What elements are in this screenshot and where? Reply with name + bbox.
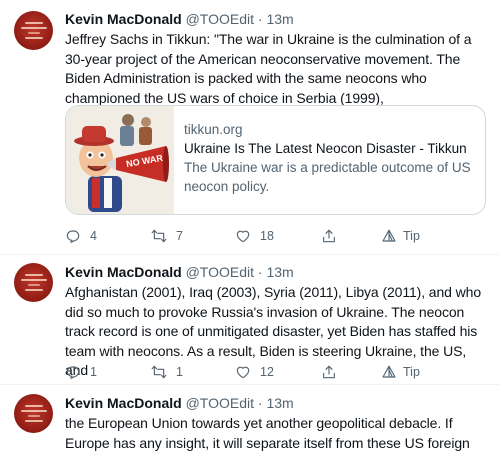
author-name[interactable]: Kevin MacDonald [65,264,182,280]
tweet-text: the European Union towards yet another g… [65,415,470,457]
link-card[interactable]: NO WAR tikkun.org Ukraine Is The Latest … [65,105,486,215]
author-name[interactable]: Kevin MacDonald [65,11,182,27]
link-card-description: The Ukraine war is a predictable outcome… [184,160,471,194]
tweet-time[interactable]: 13m [266,11,293,27]
tip-button[interactable]: Tip [381,227,420,245]
tweet-header: Kevin MacDonald @TOOEdit · 13m [65,263,490,281]
tweet[interactable]: Kevin MacDonald @TOOEdit · 13m Jeffrey S… [0,0,500,254]
share-button[interactable] [321,227,337,245]
separator-dot: · [257,395,263,411]
reply-icon [66,230,80,243]
retweet-button[interactable]: 7 [151,227,183,245]
reply-icon [66,366,80,379]
tip-icon [382,229,396,242]
share-icon [323,229,335,243]
reply-count: 1 [90,365,97,379]
like-count: 18 [260,229,274,243]
tip-label: Tip [403,229,420,243]
reply-button[interactable]: 1 [65,363,97,381]
retweet-icon [151,365,167,379]
tweet[interactable]: Kevin MacDonald @TOOEdit · 13m the Europ… [0,385,500,457]
tweet-thread: Kevin MacDonald @TOOEdit · 13m Jeffrey S… [0,0,500,457]
avatar[interactable] [14,263,53,302]
tweet-header: Kevin MacDonald @TOOEdit · 13m [65,10,490,28]
retweet-count: 7 [176,229,183,243]
link-card-image: NO WAR [66,106,174,214]
tweet-actions: 4 7 18 Tip [65,227,490,245]
separator-dot: · [257,264,263,280]
tweet-time[interactable]: 13m [266,395,293,411]
tweet[interactable]: Kevin MacDonald @TOOEdit · 13m Afghanist… [0,255,500,384]
tip-button[interactable]: Tip [381,363,420,381]
author-handle[interactable]: @TOOEdit [186,11,254,27]
retweet-button[interactable]: 1 [151,363,183,381]
author-handle[interactable]: @TOOEdit [186,264,254,280]
tip-label: Tip [403,365,420,379]
like-button[interactable]: 12 [235,363,274,381]
heart-icon [236,366,250,379]
retweet-count: 1 [176,365,183,379]
link-card-title: Ukraine Is The Latest Neocon Disaster - … [184,141,467,156]
heart-icon [236,230,250,243]
like-count: 12 [260,365,274,379]
author-name[interactable]: Kevin MacDonald [65,395,182,411]
retweet-icon [151,229,167,243]
separator-dot: · [257,11,263,27]
tweet-header: Kevin MacDonald @TOOEdit · 13m [65,394,490,412]
author-handle[interactable]: @TOOEdit [186,395,254,411]
share-button[interactable] [321,363,337,381]
tweet-text: Jeffrey Sachs in Tikkun: "The war in Ukr… [65,31,472,106]
link-card-domain: tikkun.org [184,122,243,137]
reply-count: 4 [90,229,97,243]
tweet-actions: 1 1 12 Tip [65,363,490,381]
tip-icon [382,365,396,378]
like-button[interactable]: 18 [235,227,274,245]
reply-button[interactable]: 4 [65,227,97,245]
tweet-time[interactable]: 13m [266,264,293,280]
share-icon [323,365,335,379]
avatar[interactable] [14,394,53,433]
avatar[interactable] [14,11,53,50]
